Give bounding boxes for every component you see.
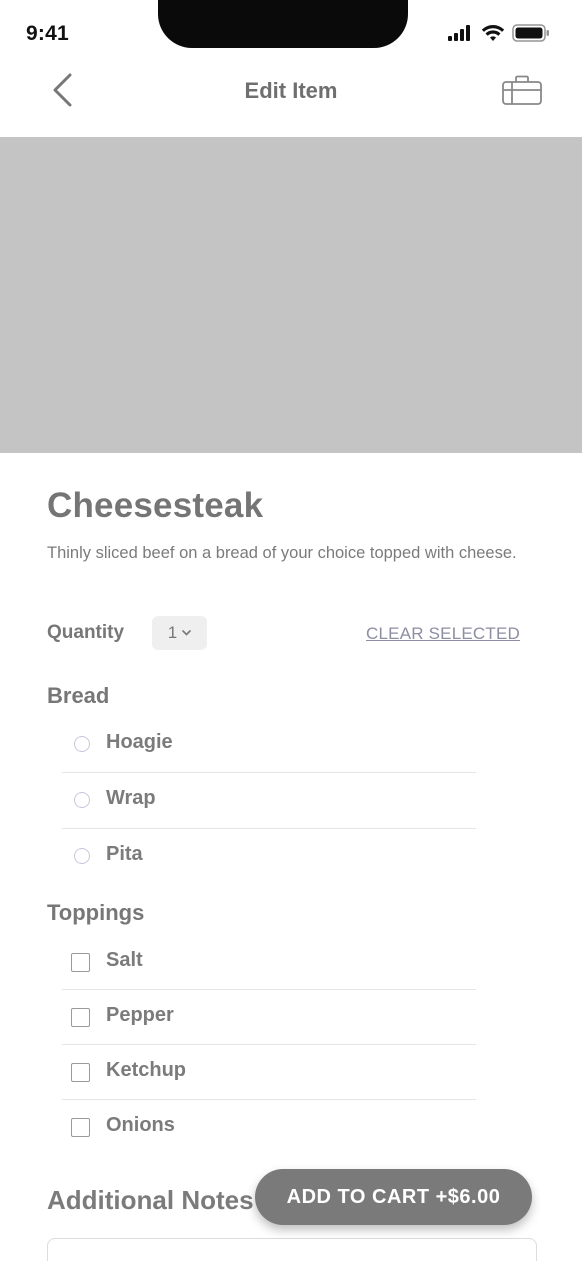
checkbox[interactable] (71, 1008, 90, 1027)
option-label: Pita (106, 843, 143, 865)
item-image-placeholder (0, 137, 582, 453)
topping-option-onions[interactable]: Onions (62, 1100, 476, 1155)
toppings-section-title: Toppings (47, 900, 145, 925)
option-label: Pepper (106, 1004, 174, 1026)
nav-bar: Edit Item (0, 60, 582, 136)
signal-icon (448, 25, 470, 41)
bread-section-title: Bread (47, 683, 110, 708)
status-icons (448, 24, 550, 42)
option-label: Salt (106, 949, 143, 971)
radio-button[interactable] (74, 736, 90, 752)
quantity-value: 1 (167, 623, 178, 642)
option-label: Onions (106, 1114, 175, 1136)
radio-button[interactable] (74, 848, 90, 864)
wifi-icon (481, 25, 505, 41)
bread-option-hoagie[interactable]: Hoagie (62, 717, 476, 773)
item-name: Cheesesteak (47, 486, 264, 525)
page-title: Edit Item (244, 78, 338, 103)
quantity-label: Quantity (47, 622, 125, 643)
checkbox[interactable] (71, 953, 90, 972)
notes-section-title: Additional Notes (47, 1185, 254, 1215)
status-time: 9:41 (26, 22, 69, 45)
device-notch (158, 0, 408, 48)
shopping-bag-icon (502, 75, 542, 105)
battery-icon (512, 24, 549, 42)
topping-option-salt[interactable]: Salt (62, 935, 476, 990)
quantity-select[interactable]: 1 (152, 616, 207, 650)
checkbox[interactable] (71, 1063, 90, 1082)
item-description: Thinly sliced beef on a bread of your ch… (47, 544, 517, 562)
bread-options: Hoagie Wrap Pita (62, 717, 476, 885)
checkbox[interactable] (71, 1118, 90, 1137)
quantity-row: Quantity 1 CLEAR SELECTED (47, 616, 527, 650)
add-to-cart-button[interactable]: ADD TO CART +$6.00 (255, 1169, 532, 1225)
cart-button[interactable] (500, 72, 544, 110)
radio-button[interactable] (74, 792, 90, 808)
topping-option-ketchup[interactable]: Ketchup (62, 1045, 476, 1100)
option-label: Hoagie (106, 731, 173, 753)
topping-option-pepper[interactable]: Pepper (62, 990, 476, 1045)
bread-option-wrap[interactable]: Wrap (62, 773, 476, 829)
clear-selected-link[interactable]: CLEAR SELECTED (366, 624, 520, 644)
chevron-down-icon (182, 630, 192, 636)
bread-option-pita[interactable]: Pita (62, 829, 476, 885)
toppings-options: Salt Pepper Ketchup Onions (62, 935, 476, 1155)
option-label: Ketchup (106, 1059, 186, 1081)
option-label: Wrap (106, 787, 156, 809)
status-bar: 9:41 (0, 0, 582, 60)
notes-input[interactable] (47, 1238, 537, 1261)
